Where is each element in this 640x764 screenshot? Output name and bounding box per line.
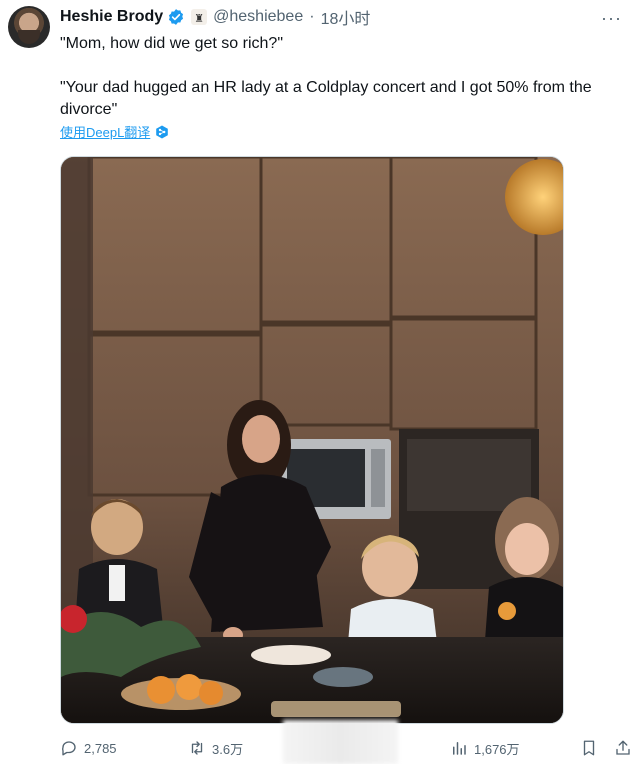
tweet-text-line-2: "Your dad hugged an HR lady at a Coldpla… bbox=[60, 79, 592, 118]
reply-icon bbox=[61, 741, 76, 756]
reply-button[interactable]: 2,785 bbox=[60, 734, 117, 762]
views-icon bbox=[453, 742, 466, 755]
deepl-icon bbox=[156, 125, 169, 138]
retweet-icon bbox=[191, 741, 203, 755]
avatar-beard bbox=[18, 30, 40, 44]
tweet-header: Heshie Brody ♜ @heshiebee · 18小时 bbox=[60, 6, 370, 28]
translate-label[interactable]: 使用DeepL翻译 bbox=[60, 122, 150, 141]
photo-illustration bbox=[61, 157, 563, 723]
views-count: 1,676万 bbox=[474, 741, 520, 757]
bookmark-icon[interactable] bbox=[580, 739, 598, 757]
author-avatar[interactable] bbox=[8, 6, 50, 48]
separator: · bbox=[309, 8, 315, 25]
verified-badge-icon[interactable] bbox=[167, 8, 185, 26]
retweet-button[interactable]: 3.6万 bbox=[188, 734, 243, 762]
retweet-count: 3.6万 bbox=[212, 741, 244, 757]
tweet-text: "Mom, how did we get so rich?" "Your dad… bbox=[60, 33, 630, 121]
tweet-photo[interactable] bbox=[60, 156, 564, 724]
more-icon[interactable]: ··· bbox=[601, 8, 622, 29]
author-name[interactable]: Heshie Brody bbox=[60, 8, 163, 26]
author-handle[interactable]: @heshiebee bbox=[213, 8, 303, 26]
tweet-text-line-1: "Mom, how did we get so rich?" bbox=[60, 35, 284, 52]
profile-badge-icon: ♜ bbox=[191, 9, 208, 25]
share-icon[interactable] bbox=[614, 739, 632, 757]
translate-link[interactable]: 使用DeepL翻译 bbox=[60, 122, 169, 141]
blurred-area bbox=[283, 720, 398, 764]
views-button[interactable]: 1,676万 bbox=[450, 734, 520, 762]
reply-count: 2,785 bbox=[84, 740, 117, 756]
tweet-time[interactable]: 18小时 bbox=[321, 5, 371, 29]
